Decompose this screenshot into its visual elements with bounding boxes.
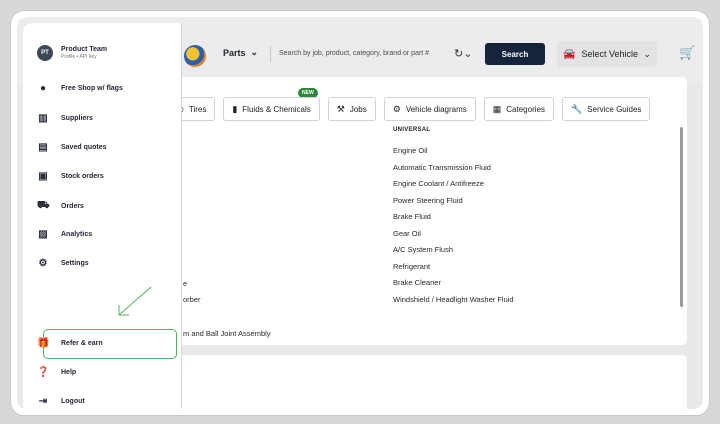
list-item[interactable]: Engine Coolant / Antifreeze bbox=[393, 176, 514, 193]
history-icon[interactable]: ↻⌄ bbox=[454, 47, 472, 60]
menu-label: Saved quotes bbox=[61, 144, 107, 151]
list-item[interactable]: Brake Fluid bbox=[393, 209, 514, 226]
list-item[interactable]: Windshield / Headlight Washer Fluid bbox=[393, 292, 514, 309]
tab-categories[interactable]: ▦ Categories bbox=[483, 97, 554, 121]
side-drawer: PT Product Team Profile • API key ● Free … bbox=[23, 23, 182, 409]
menu-item-suppliers[interactable]: ▥ Suppliers bbox=[37, 113, 93, 124]
tab-vehicle-diagrams[interactable]: ⚙ Vehicle diagrams bbox=[383, 97, 476, 121]
tool-icon: 🔧 bbox=[570, 103, 583, 114]
menu-label: Analytics bbox=[61, 231, 93, 238]
gear-icon: ⚙ bbox=[38, 258, 48, 269]
tab-label: Categories bbox=[506, 104, 545, 114]
menu-item-stock-orders[interactable]: ▣ Stock orders bbox=[37, 171, 104, 182]
screenshot-frame: Parts ⌄ Search by job, product, category… bbox=[10, 10, 710, 416]
list-item[interactable]: Gear Oil bbox=[393, 226, 514, 243]
tab-label: Service Guides bbox=[587, 104, 642, 114]
menu-item-logout[interactable]: ⇥ Logout bbox=[37, 396, 85, 407]
chevron-down-icon: ⌄ bbox=[250, 47, 259, 57]
profile-subtitle: Profile • API key bbox=[61, 54, 97, 60]
select-vehicle-dropdown[interactable]: 🚘 Select Vehicle ⌄ bbox=[557, 41, 657, 67]
diagram-icon: ⚙ bbox=[392, 103, 401, 114]
document-icon: ▤ bbox=[38, 142, 48, 153]
tab-fluids-chemicals[interactable]: ▮ Fluids & Chemicals bbox=[223, 97, 320, 121]
wrench-icon: ⚒ bbox=[336, 103, 345, 114]
menu-label: Logout bbox=[61, 398, 85, 405]
app-window: Parts ⌄ Search by job, product, category… bbox=[17, 17, 703, 409]
stock-icon: ▣ bbox=[38, 171, 48, 182]
tab-label: Fluids & Chemicals bbox=[242, 104, 311, 114]
menu-label: Help bbox=[61, 369, 77, 376]
partial-list-item[interactable]: e bbox=[183, 279, 187, 288]
cart-icon[interactable]: 🛒 bbox=[679, 45, 695, 61]
help-icon: ❓ bbox=[37, 367, 50, 378]
menu-label: Refer & earn bbox=[61, 340, 103, 347]
list-item[interactable]: Power Steering Fluid bbox=[393, 193, 514, 210]
menu-label: Orders bbox=[61, 203, 84, 210]
tab-label: Jobs bbox=[349, 104, 367, 114]
tab-jobs[interactable]: ⚒ Jobs bbox=[327, 97, 376, 121]
arrow-icon bbox=[118, 286, 152, 316]
tab-label: Tires bbox=[188, 104, 207, 114]
building-icon: ▥ bbox=[38, 113, 48, 124]
menu-item-help[interactable]: ❓ Help bbox=[37, 367, 76, 378]
menu-item-refer-earn[interactable]: 🎁 Refer & earn bbox=[37, 338, 103, 349]
avatar: PT bbox=[37, 45, 53, 61]
menu-item-analytics[interactable]: ▨ Analytics bbox=[37, 229, 92, 240]
menu-item-orders[interactable]: ⛟ Orders bbox=[37, 200, 84, 213]
parts-dropdown[interactable]: Parts ⌄ bbox=[223, 47, 258, 58]
menu-item-settings[interactable]: ⚙ Settings bbox=[37, 258, 89, 269]
menu-label: Stock orders bbox=[61, 173, 104, 180]
list-item[interactable]: Engine Oil bbox=[393, 143, 514, 160]
chevron-down-icon: ⌄ bbox=[643, 48, 651, 59]
gift-icon: 🎁 bbox=[37, 338, 50, 349]
list-item[interactable]: Automatic Transmission Fluid bbox=[393, 160, 514, 177]
list-item[interactable]: A/C System Flush bbox=[393, 242, 514, 259]
partial-list-item[interactable]: orber bbox=[183, 295, 201, 304]
menu-label: Free Shop w/ flags bbox=[61, 85, 123, 92]
tab-service-guides[interactable]: 🔧 Service Guides bbox=[561, 97, 651, 121]
category-tabs: ◎Tires ▮Fluids & Chemicals ⚒Jobs ⚙Vehicl… bbox=[167, 97, 651, 121]
parts-label: Parts bbox=[223, 47, 246, 58]
search-input[interactable]: Search by job, product, category, brand … bbox=[279, 50, 429, 57]
fluid-list: Engine Oil Automatic Transmission Fluid … bbox=[393, 143, 514, 308]
menu-label: Settings bbox=[61, 260, 89, 267]
car-icon: 🚘 bbox=[563, 48, 576, 60]
divider bbox=[270, 46, 271, 62]
grid-icon: ▦ bbox=[492, 103, 502, 114]
location-pin-icon: ● bbox=[39, 83, 47, 94]
profile-name: Product Team bbox=[61, 46, 108, 53]
select-vehicle-label: Select Vehicle bbox=[581, 49, 638, 59]
menu-label: Suppliers bbox=[61, 115, 93, 122]
category-title: UNIVERSAL bbox=[393, 127, 431, 133]
analytics-icon: ▨ bbox=[38, 229, 48, 240]
list-item[interactable]: Brake Cleaner bbox=[393, 275, 514, 292]
bottle-icon: ▮ bbox=[232, 103, 238, 114]
tab-label: Vehicle diagrams bbox=[405, 104, 467, 114]
search-button[interactable]: Search bbox=[485, 43, 545, 65]
list-item[interactable]: Refrigerant bbox=[393, 259, 514, 276]
menu-item-free-shop[interactable]: ● Free Shop w/ flags bbox=[37, 83, 123, 94]
scrollbar[interactable] bbox=[680, 127, 683, 307]
menu-item-saved-quotes[interactable]: ▤ Saved quotes bbox=[37, 142, 107, 153]
logout-icon: ⇥ bbox=[38, 396, 48, 407]
cart-icon: ⛟ bbox=[37, 200, 50, 211]
profile-block[interactable]: PT Product Team Profile • API key bbox=[37, 45, 107, 61]
partial-list-item[interactable]: m and Ball Joint Assembly bbox=[183, 329, 271, 338]
brand-logo[interactable] bbox=[184, 45, 206, 67]
